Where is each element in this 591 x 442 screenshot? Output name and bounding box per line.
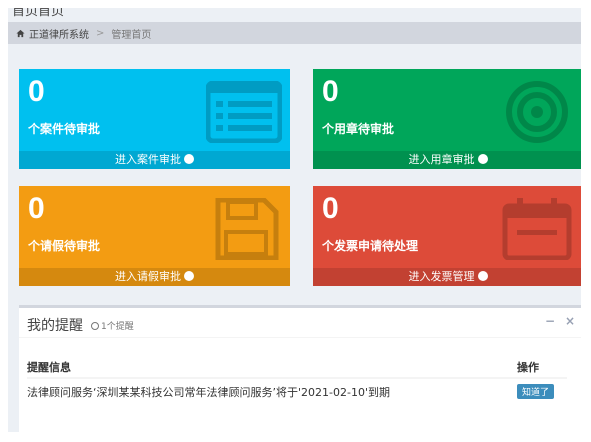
case-approval-count: 0 — [28, 75, 45, 108]
breadcrumb-home[interactable]: 正道律所系统 — [29, 26, 89, 41]
close-button[interactable]: × — [565, 314, 575, 328]
reminders-table: 提醒信息 操作 法律顾问服务‘深圳某某科技公司常年法律顾问服务’将于'2021-… — [27, 356, 567, 404]
main-content: 首页首页 正道律所系统 > 管理首页 0 个案件待审批 进入案件审批 0 个用章… — [8, 8, 581, 432]
calendar-icon — [502, 198, 572, 260]
collapse-button[interactable]: − — [545, 314, 555, 328]
invoice-link-text: 进入发票管理 — [408, 270, 475, 283]
invoice-link[interactable]: 进入发票管理 — [313, 268, 581, 286]
case-approval-label: 个案件待审批 — [28, 122, 101, 136]
seal-approval-box: 0 个用章待审批 进入用章审批 — [313, 69, 581, 169]
save-icon — [215, 198, 279, 260]
acknowledge-button[interactable]: 知道了 — [517, 384, 555, 399]
breadcrumb-current: 管理首页 — [111, 29, 152, 41]
leave-approval-link-text: 进入请假审批 — [115, 270, 181, 283]
seal-approval-label: 个用章待审批 — [322, 122, 395, 136]
invoice-label: 个发票申请待处理 — [322, 239, 419, 253]
leave-approval-link[interactable]: 进入请假审批 — [19, 268, 290, 286]
seal-approval-link-text: 进入用章审批 — [408, 153, 475, 166]
info-icon — [91, 322, 99, 330]
arrow-circle-right-icon — [477, 271, 488, 281]
arrow-circle-right-icon — [184, 154, 194, 164]
breadcrumb-separator: > — [96, 27, 105, 39]
seal-approval-link[interactable]: 进入用章审批 — [313, 151, 581, 169]
case-approval-link-text: 进入案件审批 — [115, 153, 181, 166]
arrow-circle-right-icon — [184, 271, 194, 281]
column-header-action: 操作 — [517, 356, 567, 379]
home-icon — [16, 29, 25, 37]
leave-approval-box: 0 个请假待审批 进入请假审批 — [19, 186, 290, 286]
arrow-circle-right-icon — [477, 154, 488, 164]
reminders-count: 1个提醒 — [91, 319, 134, 332]
reminders-header: 我的提醒 1个提醒 − × — [19, 308, 581, 338]
case-approval-box: 0 个案件待审批 进入案件审批 — [19, 69, 290, 169]
leave-approval-count: 0 — [28, 192, 45, 225]
case-approval-link[interactable]: 进入案件审批 — [19, 151, 290, 169]
reminder-info: 法律顾问服务‘深圳某某科技公司常年法律顾问服务’将于'2021-02-10'到期 — [27, 385, 390, 399]
table-row: 法律顾问服务‘深圳某某科技公司常年法律顾问服务’将于'2021-02-10'到期… — [27, 378, 567, 404]
page-title: 首页首页 — [12, 8, 65, 19]
target-icon — [506, 81, 568, 143]
invoice-box: 0 个发票申请待处理 进入发票管理 — [313, 186, 581, 286]
reminders-title: 我的提醒 — [27, 318, 83, 334]
seal-approval-count: 0 — [322, 75, 339, 108]
breadcrumb: 正道律所系统 > 管理首页 — [8, 22, 581, 44]
leave-approval-label: 个请假待审批 — [28, 239, 101, 253]
invoice-count: 0 — [322, 192, 339, 225]
reminders-panel: 我的提醒 1个提醒 − × 提醒信息 操作 法律顾问服务‘深圳某某科技公司常年法… — [19, 305, 581, 432]
table-header-row: 提醒信息 操作 — [27, 356, 567, 379]
list-icon — [206, 81, 282, 143]
column-header-info: 提醒信息 — [27, 356, 517, 379]
reminders-count-text: 1个提醒 — [101, 322, 134, 332]
